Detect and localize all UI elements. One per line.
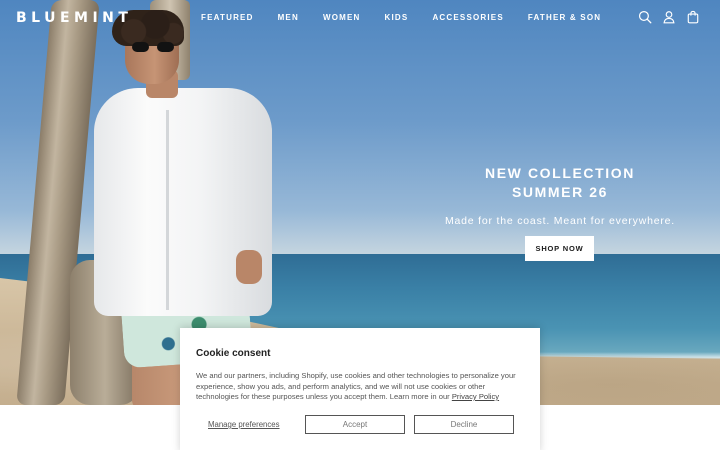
nav-item-accessories[interactable]: ACCESSORIES bbox=[432, 13, 503, 22]
cookie-consent-dialog: Cookie consent We and our partners, incl… bbox=[180, 328, 540, 450]
decline-button[interactable]: Decline bbox=[414, 415, 514, 434]
nav-item-father-son[interactable]: FATHER & SON bbox=[528, 13, 601, 22]
cookie-actions: Manage preferences Accept Decline bbox=[196, 415, 526, 434]
hero-subtitle: Made for the coast. Meant for everywhere… bbox=[444, 215, 676, 227]
brand-logo[interactable]: BLUEMINT bbox=[16, 10, 132, 26]
hero-title-line1: NEW COLLECTION bbox=[485, 165, 635, 181]
nav-item-men[interactable]: MEN bbox=[278, 13, 299, 22]
search-icon[interactable] bbox=[638, 10, 652, 24]
header-icons bbox=[638, 10, 700, 24]
hero-text: NEW COLLECTION SUMMER 26 Made for the co… bbox=[430, 164, 690, 227]
main-nav: FEATURED MEN WOMEN KIDS ACCESSORIES FATH… bbox=[201, 13, 625, 22]
manage-preferences-link[interactable]: Manage preferences bbox=[208, 420, 280, 429]
cookie-body: We and our partners, including Shopify, … bbox=[196, 371, 524, 403]
hero-title-line2: SUMMER 26 bbox=[511, 184, 609, 200]
cart-icon[interactable] bbox=[686, 10, 700, 24]
accept-button[interactable]: Accept bbox=[305, 415, 405, 434]
model-hand bbox=[236, 250, 262, 284]
privacy-policy-link[interactable]: Privacy Policy bbox=[452, 392, 499, 401]
cookie-title: Cookie consent bbox=[196, 348, 271, 359]
sunglasses bbox=[132, 42, 174, 52]
nav-item-women[interactable]: WOMEN bbox=[323, 13, 361, 22]
nav-item-featured[interactable]: FEATURED bbox=[201, 13, 254, 22]
shirt-placket bbox=[166, 110, 169, 310]
nav-item-kids[interactable]: KIDS bbox=[385, 13, 409, 22]
site-header: BLUEMINT FEATURED MEN WOMEN KIDS ACCESSO… bbox=[0, 0, 720, 36]
shop-now-button[interactable]: SHOP NOW bbox=[525, 236, 594, 261]
account-icon[interactable] bbox=[662, 10, 676, 24]
